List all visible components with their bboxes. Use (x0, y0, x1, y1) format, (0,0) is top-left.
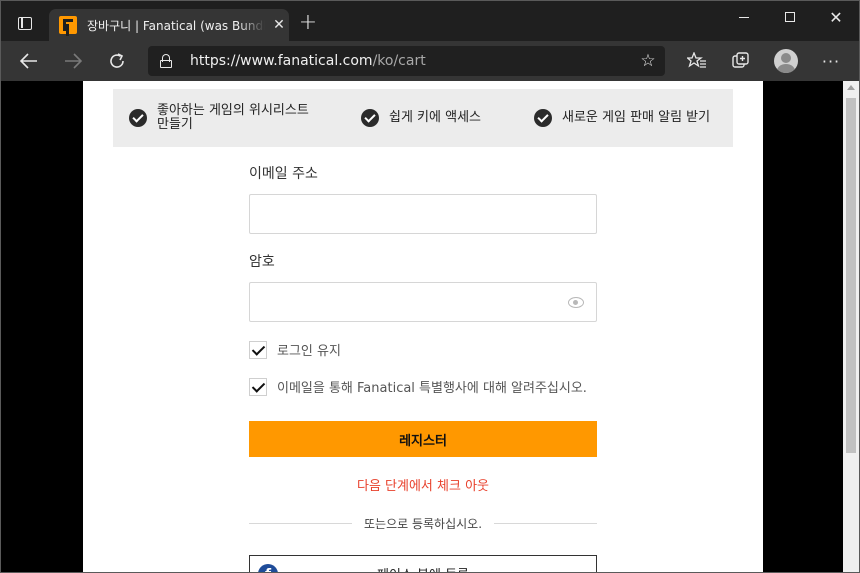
fanatical-favicon-icon (59, 16, 77, 34)
checkout-next-step-link[interactable]: 다음 단계에서 체크 아웃 (249, 475, 597, 494)
title-bar: 장바구니 | Fanatical (was Bundle Stars) ✕ + … (1, 1, 859, 41)
active-tab[interactable]: 장바구니 | Fanatical (was Bundle Stars) ✕ (49, 9, 289, 41)
lock-icon[interactable] (160, 54, 172, 68)
check-circle-icon (361, 109, 379, 127)
divider-line (249, 523, 352, 524)
tab-title: 장바구니 | Fanatical (was Bundle Stars) (87, 18, 265, 33)
facebook-register-button[interactable]: f 페이스 북에 등록 (249, 555, 597, 572)
remember-me-checkbox[interactable] (249, 340, 267, 359)
url-path: /ko/cart (372, 53, 426, 69)
reload-button[interactable] (105, 49, 129, 73)
benefit-text: 좋아하는 게임의 위시리스트 만들기 (157, 103, 309, 132)
url-text[interactable]: https://www.fanatical.com/ko/cart (190, 53, 426, 69)
address-bar[interactable]: https://www.fanatical.com/ko/cart ☆ (148, 46, 665, 76)
check-circle-icon (534, 109, 552, 127)
window-close-button[interactable]: ✕ (813, 1, 859, 33)
remember-me-row[interactable]: 로그인 유지 (249, 340, 341, 359)
more-menu-icon[interactable]: ··· (819, 49, 843, 73)
benefit-wishlist: 좋아하는 게임의 위시리스트 만들기 (129, 89, 317, 147)
tab-actions-icon[interactable] (11, 11, 39, 35)
facebook-register-label: 페이스 북에 등록 (250, 564, 596, 572)
collections-icon[interactable] (729, 49, 753, 73)
maximize-button[interactable] (767, 1, 813, 33)
browser-window: 장바구니 | Fanatical (was Bundle Stars) ✕ + … (0, 0, 860, 573)
newsletter-checkbox[interactable] (249, 377, 267, 396)
email-label: 이메일 주소 (249, 166, 318, 182)
show-password-icon[interactable] (568, 296, 584, 308)
password-field[interactable] (249, 282, 597, 322)
tab-close-icon[interactable]: ✕ (271, 17, 287, 33)
benefits-bar: 좋아하는 게임의 위시리스트 만들기 쉽게 키에 액세스 새로운 게임 판매 알… (113, 89, 733, 147)
divider-line (494, 523, 597, 524)
remember-me-label[interactable]: 로그인 유지 (277, 340, 341, 359)
forward-button[interactable] (61, 49, 85, 73)
check-circle-icon (129, 109, 147, 127)
favorites-icon[interactable] (685, 49, 709, 73)
newsletter-label[interactable]: 이메일을 통해 Fanatical 특별행사에 대해 알려주십시오. (277, 377, 587, 396)
profile-avatar[interactable] (774, 49, 798, 73)
minimize-button[interactable] (721, 1, 767, 33)
scroll-thumb[interactable] (846, 98, 856, 453)
benefit-alerts: 새로운 게임 판매 알림 받기 (534, 89, 710, 147)
page-viewport: 좋아하는 게임의 위시리스트 만들기 쉽게 키에 액세스 새로운 게임 판매 알… (1, 81, 843, 572)
email-field[interactable] (249, 194, 597, 234)
page-scrollbar[interactable] (843, 81, 859, 572)
cart-register-panel: 좋아하는 게임의 위시리스트 만들기 쉽게 키에 액세스 새로운 게임 판매 알… (83, 81, 763, 572)
benefit-keys: 쉽게 키에 액세스 (361, 89, 481, 147)
or-register-divider: 또는으로 등록하십시오. (249, 515, 597, 532)
back-button[interactable] (17, 49, 41, 73)
or-register-text: 또는으로 등록하십시오. (363, 517, 483, 531)
add-favorite-icon[interactable]: ☆ (638, 51, 658, 71)
new-tab-button[interactable]: + (297, 12, 319, 35)
url-host: https://www.fanatical.com (190, 53, 373, 69)
scroll-up-arrow-icon[interactable] (847, 85, 855, 90)
benefit-text: 쉽게 키에 액세스 (389, 110, 481, 125)
register-button[interactable]: 레지스터 (249, 421, 597, 457)
password-label: 암호 (249, 254, 275, 270)
newsletter-row[interactable]: 이메일을 통해 Fanatical 특별행사에 대해 알려주십시오. (249, 377, 587, 396)
benefit-text: 새로운 게임 판매 알림 받기 (562, 110, 711, 125)
address-toolbar: https://www.fanatical.com/ko/cart ☆ (1, 41, 859, 81)
